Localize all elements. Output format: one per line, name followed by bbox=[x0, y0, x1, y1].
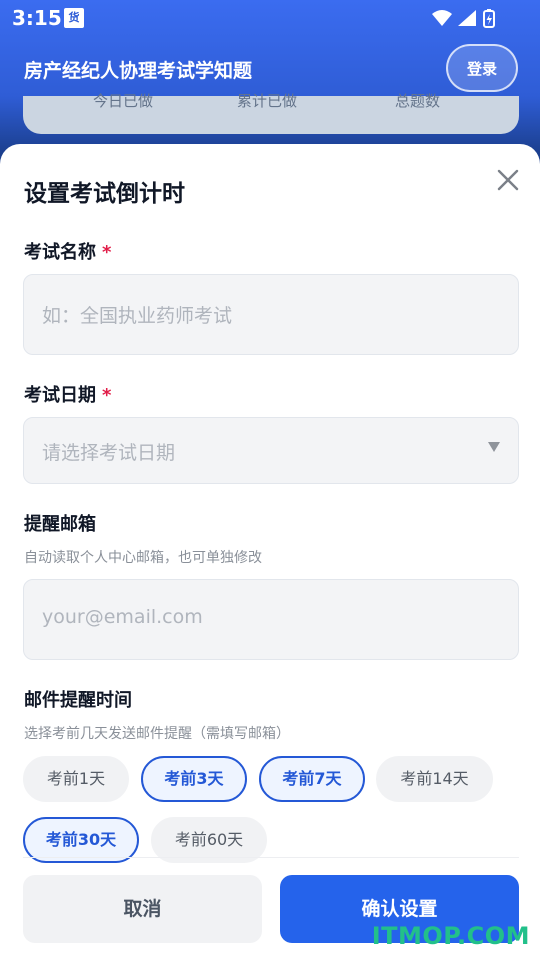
reminder-hint: 选择考前几天发送邮件提醒（需填写邮箱） bbox=[24, 726, 290, 742]
background-stats-card: 今日已做 累计已做 总题数 bbox=[23, 92, 519, 134]
signal-icon bbox=[458, 10, 476, 26]
exam-name-label-text: 考试名称 bbox=[24, 242, 96, 263]
reminder-label: 邮件提醒时间 bbox=[24, 690, 132, 711]
status-time: 3:15 bbox=[12, 6, 62, 30]
footer-divider bbox=[23, 857, 519, 858]
reminder-option-7d[interactable]: 考前7天 bbox=[259, 756, 365, 802]
required-mark: * bbox=[102, 385, 112, 406]
countdown-settings-sheet: 设置考试倒计时 考试名称 * 如：全国执业药师考试 考试日期 * 请选择考试日期 提… bbox=[0, 144, 540, 960]
exam-name-label: 考试名称 * bbox=[24, 238, 111, 264]
close-icon[interactable] bbox=[494, 166, 522, 194]
email-input[interactable]: your@email.com bbox=[23, 579, 519, 660]
login-button[interactable]: 登录 bbox=[446, 44, 518, 92]
chevron-down-icon bbox=[488, 442, 500, 452]
email-hint: 自动读取个人中心邮箱，也可单独修改 bbox=[24, 550, 262, 566]
status-bar: 3:15 货 bbox=[0, 0, 540, 36]
exam-name-placeholder: 如：全国执业药师考试 bbox=[42, 305, 233, 327]
stat-label-today: 今日已做 bbox=[93, 92, 154, 110]
stat-label-total: 累计已做 bbox=[237, 92, 298, 110]
exam-date-label: 考试日期 * bbox=[24, 381, 111, 407]
email-label: 提醒邮箱 bbox=[24, 514, 96, 535]
sheet-title: 设置考试倒计时 bbox=[24, 181, 185, 207]
notification-badge: 货 bbox=[64, 8, 84, 28]
status-icons bbox=[432, 9, 495, 28]
reminder-option-1d[interactable]: 考前1天 bbox=[23, 756, 129, 802]
exam-date-placeholder: 请选择考试日期 bbox=[42, 442, 176, 464]
exam-date-select[interactable]: 请选择考试日期 bbox=[23, 417, 519, 484]
exam-date-label-text: 考试日期 bbox=[24, 385, 96, 406]
reminder-option-14d[interactable]: 考前14天 bbox=[376, 756, 493, 802]
reminder-option-3d[interactable]: 考前3天 bbox=[141, 756, 247, 802]
email-placeholder: your@email.com bbox=[42, 606, 203, 628]
wifi-icon bbox=[432, 10, 452, 26]
exam-name-input[interactable]: 如：全国执业药师考试 bbox=[23, 274, 519, 355]
cancel-button[interactable]: 取消 bbox=[23, 875, 262, 943]
app-title: 房产经纪人协理考试学知题 bbox=[24, 60, 253, 82]
battery-charging-icon bbox=[483, 9, 495, 28]
required-mark: * bbox=[102, 242, 112, 263]
watermark: ITMOP.COM bbox=[371, 922, 530, 950]
stat-label-questions: 总题数 bbox=[395, 92, 441, 110]
